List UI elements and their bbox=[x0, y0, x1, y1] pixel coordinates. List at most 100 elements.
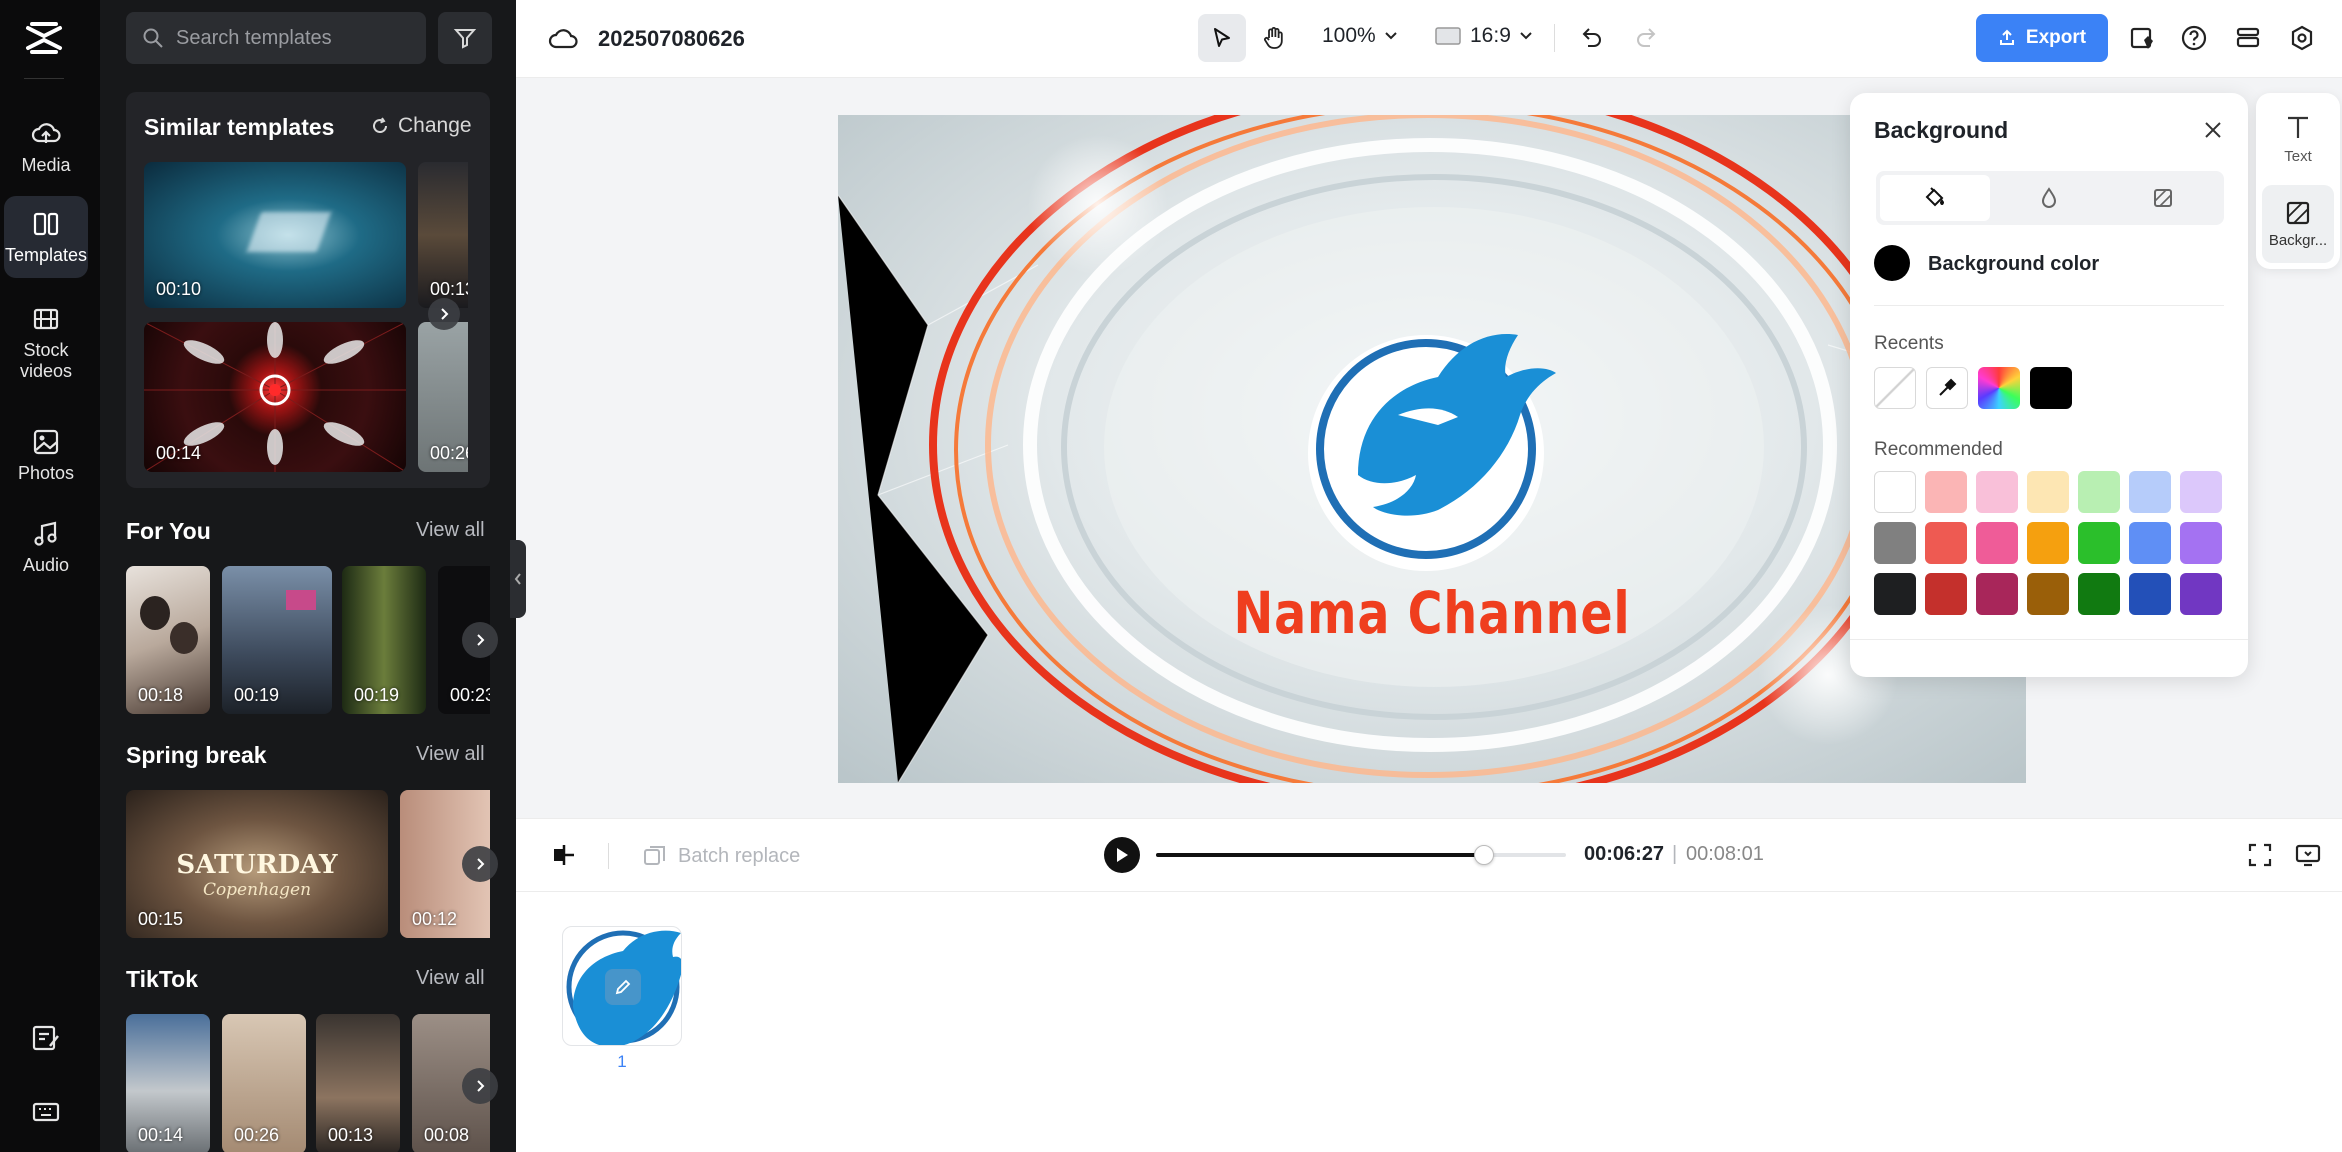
project-name[interactable]: 202507080626 bbox=[598, 26, 745, 52]
progress-knob[interactable] bbox=[1474, 845, 1494, 865]
clip-index: 1 bbox=[562, 1052, 682, 1072]
current-color-swatch[interactable] bbox=[1874, 245, 1910, 281]
duration-label: 00:08 bbox=[424, 1125, 469, 1146]
color-swatch[interactable] bbox=[2078, 573, 2120, 615]
next-arrow-button[interactable] bbox=[462, 622, 498, 658]
color-swatch[interactable] bbox=[2180, 522, 2222, 564]
color-swatch[interactable] bbox=[1925, 573, 1967, 615]
color-swatch[interactable] bbox=[2129, 522, 2171, 564]
progress-track[interactable] bbox=[1156, 853, 1566, 857]
timeline-clip[interactable] bbox=[562, 926, 682, 1046]
edit-clip-button[interactable] bbox=[605, 969, 641, 1005]
close-icon[interactable] bbox=[2202, 119, 2224, 141]
eyedropper-swatch[interactable] bbox=[1926, 367, 1968, 409]
monitor-icon[interactable] bbox=[2294, 841, 2322, 869]
background-tool-button[interactable]: Backgr... bbox=[2262, 185, 2334, 263]
color-swatch[interactable] bbox=[2027, 471, 2069, 513]
color-swatch[interactable] bbox=[1874, 471, 1916, 513]
split-tool-icon[interactable] bbox=[550, 841, 578, 869]
feedback-icon[interactable] bbox=[30, 1022, 62, 1054]
color-swatch[interactable] bbox=[1976, 471, 2018, 513]
cursor-icon bbox=[1210, 26, 1234, 50]
playback-bar: Batch replace 00:06:27 | 00:08:01 bbox=[516, 818, 2342, 892]
video-canvas[interactable]: Nama Channel bbox=[838, 115, 2026, 783]
color-swatch[interactable] bbox=[2180, 573, 2222, 615]
chevron-right-icon bbox=[437, 307, 451, 321]
redo-icon[interactable] bbox=[1634, 24, 1660, 50]
hand-tool-button[interactable] bbox=[1250, 14, 1298, 62]
rail-item-templates[interactable]: Templates bbox=[4, 196, 88, 278]
rail-item-audio[interactable]: Audio bbox=[4, 506, 88, 588]
color-swatch[interactable] bbox=[2129, 573, 2171, 615]
undo-icon[interactable] bbox=[1578, 24, 1604, 50]
recent-color-swatch[interactable] bbox=[2030, 367, 2072, 409]
select-tool-button[interactable] bbox=[1198, 14, 1246, 62]
color-swatch[interactable] bbox=[2027, 573, 2069, 615]
fullscreen-icon[interactable] bbox=[2246, 841, 2274, 869]
template-thumbnail[interactable]: 00:19 bbox=[342, 566, 426, 714]
collapse-panel-handle[interactable] bbox=[510, 540, 526, 618]
pencil-icon bbox=[614, 978, 632, 996]
view-all-link[interactable]: View all bbox=[416, 743, 485, 766]
cloud-sync-icon[interactable] bbox=[548, 24, 578, 54]
export-button[interactable]: Export bbox=[1976, 14, 2108, 62]
keyboard-icon[interactable] bbox=[30, 1096, 62, 1128]
next-arrow-button[interactable] bbox=[462, 1068, 498, 1104]
template-thumbnail[interactable]: 00:14 bbox=[126, 1014, 210, 1152]
color-swatch[interactable] bbox=[2078, 471, 2120, 513]
layers-icon[interactable] bbox=[2234, 24, 2262, 52]
aspect-ratio-dropdown[interactable]: 16:9 bbox=[1434, 24, 1533, 48]
next-arrow-button[interactable] bbox=[428, 298, 460, 330]
change-button[interactable]: Change bbox=[370, 114, 472, 138]
color-swatch[interactable] bbox=[1925, 522, 1967, 564]
filter-button[interactable] bbox=[438, 12, 492, 64]
template-thumbnail[interactable]: 00:13 bbox=[418, 162, 468, 308]
capcut-logo-icon[interactable] bbox=[24, 18, 64, 58]
template-thumbnail[interactable]: 00:18 bbox=[126, 566, 210, 714]
next-arrow-button[interactable] bbox=[462, 846, 498, 882]
custom-color-swatch[interactable] bbox=[1978, 367, 2020, 409]
rail-item-media[interactable]: Media bbox=[4, 106, 88, 188]
tab-fill[interactable] bbox=[1880, 175, 1990, 221]
template-thumbnail[interactable]: 00:13 bbox=[316, 1014, 400, 1152]
color-swatch[interactable] bbox=[2078, 522, 2120, 564]
zoom-dropdown[interactable]: 100% bbox=[1322, 24, 1398, 48]
ratio-value: 16:9 bbox=[1470, 24, 1511, 48]
color-swatch[interactable] bbox=[1925, 471, 1967, 513]
template-thumbnail[interactable]: 00:10 bbox=[144, 162, 406, 308]
tab-blur[interactable] bbox=[1994, 175, 2104, 221]
template-thumbnail[interactable]: 00:26 bbox=[418, 322, 468, 472]
rail-item-stock-videos[interactable]: Stock videos bbox=[4, 298, 88, 388]
rail-item-photos[interactable]: Photos bbox=[4, 414, 88, 496]
view-all-link[interactable]: View all bbox=[416, 967, 485, 990]
help-icon[interactable] bbox=[2180, 24, 2208, 52]
search-input[interactable]: Search templates bbox=[126, 12, 426, 64]
text-tool-button[interactable]: Text bbox=[2258, 99, 2338, 177]
tab-image[interactable] bbox=[2108, 175, 2218, 221]
view-all-link[interactable]: View all bbox=[416, 519, 485, 542]
template-thumbnail[interactable]: 00:14 bbox=[144, 322, 406, 472]
template-thumbnail[interactable]: 00:26 bbox=[222, 1014, 306, 1152]
shield-check-icon[interactable] bbox=[2128, 24, 2156, 52]
color-swatch[interactable] bbox=[2180, 471, 2222, 513]
color-swatch[interactable] bbox=[1976, 522, 2018, 564]
background-panel: Background Background color Recents Reco… bbox=[1850, 93, 2248, 677]
color-swatch[interactable] bbox=[2129, 471, 2171, 513]
total-time: 00:08:01 bbox=[1686, 843, 1764, 866]
upload-icon bbox=[1998, 29, 2016, 47]
color-swatch[interactable] bbox=[1976, 573, 2018, 615]
color-swatch[interactable] bbox=[2027, 522, 2069, 564]
paint-bucket-icon bbox=[1922, 185, 1948, 211]
duration-label: 00:14 bbox=[156, 443, 201, 464]
template-thumbnail[interactable]: 00:19 bbox=[222, 566, 332, 714]
color-swatch[interactable] bbox=[1874, 573, 1916, 615]
settings-icon[interactable] bbox=[2288, 24, 2316, 52]
no-color-swatch[interactable] bbox=[1874, 367, 1916, 409]
template-thumbnail[interactable]: SATURDAY Copenhagen 00:15 bbox=[126, 790, 388, 938]
color-swatch[interactable] bbox=[1874, 522, 1916, 564]
batch-replace-button[interactable]: Batch replace bbox=[642, 843, 800, 869]
recommended-label: Recommended bbox=[1874, 439, 2003, 461]
timeline-area: 1 bbox=[516, 892, 2342, 1152]
thumbnail-text: SATURDAY bbox=[126, 850, 388, 880]
play-button[interactable] bbox=[1104, 837, 1140, 873]
